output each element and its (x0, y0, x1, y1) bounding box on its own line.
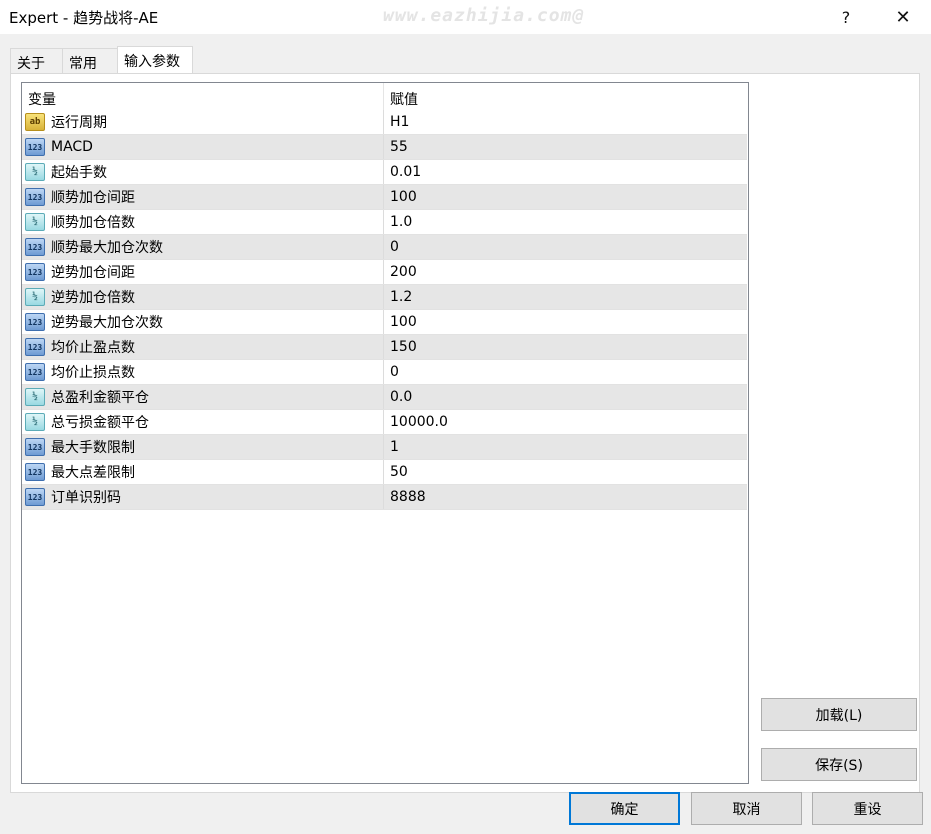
table-row[interactable]: 123 均价止盈点数 150 (22, 335, 747, 360)
variable-cell: ½ 逆势加仓倍数 (22, 285, 384, 309)
variable-cell: 123 最大手数限制 (22, 435, 384, 459)
double-type-icon: ½ (25, 213, 45, 231)
variable-name: 均价止盈点数 (51, 340, 135, 356)
variable-cell: ab 运行周期 (22, 110, 384, 134)
value-cell[interactable]: 50 (384, 460, 746, 484)
variable-name: 运行周期 (51, 115, 107, 131)
column-header-value[interactable]: 赋值 (384, 83, 746, 110)
title-bar: Expert - 趋势战将-AE www.eazhijia.com@ ? ✕ (0, 0, 931, 34)
value-cell[interactable]: 8888 (384, 485, 746, 509)
save-button[interactable]: 保存(S) (761, 748, 917, 781)
value-cell[interactable]: 1.0 (384, 210, 746, 234)
value-cell[interactable]: 10000.0 (384, 410, 746, 434)
variable-name: 顺势最大加仓次数 (51, 240, 163, 256)
variable-cell: 123 订单识别码 (22, 485, 384, 509)
integer-type-icon: 123 (25, 463, 45, 481)
variable-name: 订单识别码 (51, 490, 121, 506)
variable-cell: 123 逆势加仓间距 (22, 260, 384, 284)
value-cell[interactable]: 55 (384, 135, 746, 159)
variable-cell: ½ 总亏损金额平仓 (22, 410, 384, 434)
parameters-grid: 变量 赋值 ab 运行周期 H1 123 MACD 55 ½ 起始手数 0.01 123 顺势加仓间… (21, 82, 749, 784)
table-row[interactable]: 123 均价止损点数 0 (22, 360, 747, 385)
tab-common[interactable]: 常用 (62, 48, 118, 74)
help-button[interactable]: ? (823, 0, 869, 34)
load-button[interactable]: 加载(L) (761, 698, 917, 731)
close-button[interactable]: ✕ (880, 0, 926, 34)
value-cell[interactable]: 1.2 (384, 285, 746, 309)
integer-type-icon: 123 (25, 338, 45, 356)
variable-cell: ½ 总盈利金额平仓 (22, 385, 384, 409)
table-row[interactable]: 123 MACD 55 (22, 135, 747, 160)
table-row[interactable]: ½ 起始手数 0.01 (22, 160, 747, 185)
variable-name: 逆势加仓间距 (51, 265, 135, 281)
double-type-icon: ½ (25, 413, 45, 431)
integer-type-icon: 123 (25, 188, 45, 206)
string-type-icon: ab (25, 113, 45, 131)
variable-name: 顺势加仓倍数 (51, 215, 135, 231)
cancel-button[interactable]: 取消 (691, 792, 802, 825)
grid-header: 变量 赋值 (22, 83, 748, 110)
variable-name: 逆势最大加仓次数 (51, 315, 163, 331)
variable-name: 逆势加仓倍数 (51, 290, 135, 306)
variable-name: 总亏损金额平仓 (51, 415, 149, 431)
table-row[interactable]: 123 最大点差限制 50 (22, 460, 747, 485)
variable-name: MACD (51, 139, 93, 155)
variable-cell: ½ 起始手数 (22, 160, 384, 184)
variable-cell: 123 顺势加仓间距 (22, 185, 384, 209)
value-cell[interactable]: 0 (384, 360, 746, 384)
integer-type-icon: 123 (25, 438, 45, 456)
window-title: Expert - 趋势战将-AE (9, 9, 159, 27)
value-cell[interactable]: 100 (384, 310, 746, 334)
ok-button[interactable]: 确定 (569, 792, 680, 825)
table-row[interactable]: 123 订单识别码 8888 (22, 485, 747, 510)
variable-cell: 123 顺势最大加仓次数 (22, 235, 384, 259)
value-cell[interactable]: 0.01 (384, 160, 746, 184)
variable-cell: 123 MACD (22, 135, 384, 159)
variable-cell: 123 均价止损点数 (22, 360, 384, 384)
column-header-variable[interactable]: 变量 (22, 83, 384, 110)
variable-name: 总盈利金额平仓 (51, 390, 149, 406)
integer-type-icon: 123 (25, 138, 45, 156)
table-row[interactable]: ab 运行周期 H1 (22, 110, 747, 135)
value-cell[interactable]: 0.0 (384, 385, 746, 409)
variable-name: 起始手数 (51, 165, 107, 181)
table-row[interactable]: ½ 顺势加仓倍数 1.0 (22, 210, 747, 235)
value-cell[interactable]: 200 (384, 260, 746, 284)
variable-name: 顺势加仓间距 (51, 190, 135, 206)
table-row[interactable]: ½ 逆势加仓倍数 1.2 (22, 285, 747, 310)
integer-type-icon: 123 (25, 313, 45, 331)
variable-name: 均价止损点数 (51, 365, 135, 381)
variable-cell: 123 逆势最大加仓次数 (22, 310, 384, 334)
variable-cell: ½ 顺势加仓倍数 (22, 210, 384, 234)
reset-button[interactable]: 重设 (812, 792, 923, 825)
value-cell[interactable]: 150 (384, 335, 746, 359)
table-row[interactable]: 123 逆势加仓间距 200 (22, 260, 747, 285)
value-cell[interactable]: 100 (384, 185, 746, 209)
double-type-icon: ½ (25, 163, 45, 181)
variable-name: 最大手数限制 (51, 440, 135, 456)
integer-type-icon: 123 (25, 488, 45, 506)
grid-rows: ab 运行周期 H1 123 MACD 55 ½ 起始手数 0.01 123 顺势加仓间距 100 ½ 顺… (22, 110, 747, 510)
variable-name: 最大点差限制 (51, 465, 135, 481)
double-type-icon: ½ (25, 388, 45, 406)
table-row[interactable]: ½ 总亏损金额平仓 10000.0 (22, 410, 747, 435)
value-cell[interactable]: 0 (384, 235, 746, 259)
table-row[interactable]: 123 顺势加仓间距 100 (22, 185, 747, 210)
value-cell[interactable]: 1 (384, 435, 746, 459)
value-cell[interactable]: H1 (384, 110, 746, 134)
tab-input-parameters[interactable]: 输入参数 (117, 46, 193, 75)
table-row[interactable]: 123 顺势最大加仓次数 0 (22, 235, 747, 260)
table-row[interactable]: 123 逆势最大加仓次数 100 (22, 310, 747, 335)
integer-type-icon: 123 (25, 263, 45, 281)
integer-type-icon: 123 (25, 238, 45, 256)
table-row[interactable]: ½ 总盈利金额平仓 0.0 (22, 385, 747, 410)
double-type-icon: ½ (25, 288, 45, 306)
watermark: www.eazhijia.com@ (383, 5, 585, 26)
table-row[interactable]: 123 最大手数限制 1 (22, 435, 747, 460)
integer-type-icon: 123 (25, 363, 45, 381)
variable-cell: 123 均价止盈点数 (22, 335, 384, 359)
tab-about[interactable]: 关于 (10, 48, 63, 74)
variable-cell: 123 最大点差限制 (22, 460, 384, 484)
